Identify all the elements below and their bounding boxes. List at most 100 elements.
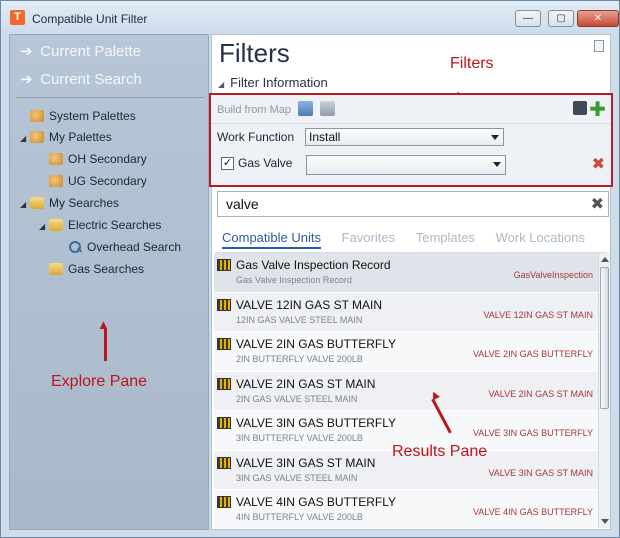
work-function-select[interactable]: Install — [305, 128, 504, 146]
tree-item-overhead-search[interactable]: Overhead Search — [58, 238, 181, 256]
result-code: VALVE 4IN GAS BUTTERFLY — [472, 507, 593, 517]
filter-box: Build from Map ✚ Work Function Install ✓… — [209, 93, 613, 187]
tree-expander[interactable]: ◢ — [20, 130, 30, 148]
compatible-unit-icon — [217, 377, 231, 390]
result-code: VALVE 3IN GAS ST MAIN — [488, 467, 593, 478]
list-item[interactable]: VALVE 2IN GAS BUTTERFLY 2IN BUTTERFLY VA… — [214, 332, 598, 372]
list-item[interactable]: VALVE 12IN GAS ST MAIN 12IN GAS VALVE ST… — [214, 292, 598, 332]
build-from-selection-icon[interactable] — [320, 101, 336, 116]
window-title: Compatible Unit Filter — [32, 12, 148, 26]
tree-item-label: UG Secondary — [68, 174, 147, 188]
minimize-button[interactable]: — — [515, 10, 541, 27]
tab-work-locations[interactable]: Work Locations — [496, 230, 585, 245]
tab-templates[interactable]: Templates — [416, 230, 475, 245]
remove-filter-icon[interactable]: ✖ — [592, 154, 605, 174]
folder-icon — [49, 219, 63, 231]
tree-item-gas-searches[interactable]: Gas Searches — [39, 260, 144, 278]
results-pane-annotation: Results Pane — [392, 443, 488, 460]
filter-information-label: Filter Information — [230, 75, 328, 90]
tree-item-label: System Palettes — [49, 109, 136, 123]
results-scrollbar[interactable] — [598, 253, 610, 528]
result-code: VALVE 12IN GAS ST MAIN — [483, 309, 593, 320]
build-from-map-label: Build from Map — [217, 104, 291, 116]
tree-item-label: Overhead Search — [87, 240, 182, 254]
result-title: VALVE 2IN GAS ST MAIN — [236, 376, 376, 391]
result-title: VALVE 3IN GAS BUTTERFLY — [236, 416, 397, 430]
work-function-label: Work Function — [217, 130, 295, 144]
tree-item-electric-searches[interactable]: ◢ Electric Searches — [39, 216, 161, 234]
nav-current-search[interactable]: ➔ Current Search — [20, 70, 142, 88]
list-item[interactable]: VALVE 2IN GAS ST MAIN 2IN GAS VALVE STEE… — [214, 371, 598, 411]
result-title: VALVE 3IN GAS ST MAIN — [236, 455, 376, 470]
folder-icon — [30, 197, 44, 209]
filter-information-header[interactable]: ◢ Filter Information — [218, 75, 328, 90]
result-subtitle: 3IN GAS VALVE STEEL MAIN — [236, 472, 358, 483]
nav-current-palette[interactable]: ➔ Current Palette — [20, 42, 141, 60]
results-list: Gas Valve Inspection Record Gas Valve In… — [214, 253, 598, 528]
tree-item-my-palettes[interactable]: ◢ My Palettes — [20, 128, 112, 146]
result-title: VALVE 2IN GAS BUTTERFLY — [236, 337, 397, 351]
palette-icon — [30, 110, 44, 122]
scroll-thumb[interactable] — [600, 267, 609, 409]
chevron-down-icon — [491, 135, 499, 140]
result-subtitle: 4IN BUTTERFLY VALVE 200LB — [236, 512, 363, 522]
tree-item-system-palettes[interactable]: System Palettes — [20, 107, 136, 125]
gas-valve-checkbox[interactable]: ✓ — [221, 157, 234, 170]
compatible-unit-filter-window: T Compatible Unit Filter — ▢ ✕ ➔ Current… — [0, 0, 620, 538]
result-code: GasValveInspection — [513, 270, 593, 280]
palette-icon — [30, 131, 44, 143]
close-button[interactable]: ✕ — [577, 10, 619, 27]
maximize-button[interactable]: ▢ — [548, 10, 574, 27]
result-subtitle: 2IN BUTTERFLY VALVE 200LB — [236, 354, 363, 364]
result-title: VALVE 4IN GAS BUTTERFLY — [236, 495, 397, 509]
explore-annotation-arrow — [104, 329, 107, 361]
result-code: VALVE 3IN GAS BUTTERFLY — [472, 428, 593, 438]
result-code: VALVE 2IN GAS BUTTERFLY — [472, 349, 593, 359]
tree-item-my-searches[interactable]: ◢ My Searches — [20, 194, 119, 212]
work-function-value: Install — [309, 130, 341, 144]
folder-icon — [49, 263, 63, 275]
add-filter-icon[interactable]: ✚ — [589, 97, 606, 122]
search-input-value: valve — [226, 196, 259, 212]
title-bar[interactable]: T Compatible Unit Filter — ▢ ✕ — [1, 1, 619, 34]
compatible-unit-icon — [217, 338, 231, 350]
tree-item-label: Electric Searches — [68, 218, 162, 232]
tree-item-ug-secondary[interactable]: UG Secondary — [39, 172, 147, 190]
tab-compatible-units[interactable]: Compatible Units — [222, 230, 321, 249]
chevron-down-icon — [493, 162, 501, 167]
result-title: VALVE 12IN GAS ST MAIN — [236, 297, 383, 312]
scroll-up-arrow[interactable] — [601, 257, 609, 262]
collapse-triangle-icon: ◢ — [218, 80, 225, 89]
tree-expander[interactable]: ◢ — [39, 218, 49, 236]
gas-valve-select[interactable] — [306, 155, 506, 175]
nav-current-search-label: Current Search — [40, 71, 142, 88]
result-tabs: Compatible Units Favorites Templates Wor… — [222, 230, 602, 252]
page-title: Filters — [219, 38, 290, 68]
nav-divider — [16, 97, 204, 98]
compatible-unit-icon — [217, 417, 231, 429]
result-subtitle: 12IN GAS VALVE STEEL MAIN — [236, 314, 363, 325]
compatible-unit-icon — [217, 456, 231, 469]
compatible-unit-icon — [217, 496, 231, 508]
nav-current-palette-label: Current Palette — [40, 43, 142, 60]
result-code: VALVE 2IN GAS ST MAIN — [488, 388, 593, 399]
tree-item-oh-secondary[interactable]: OH Secondary — [39, 150, 147, 168]
list-item[interactable]: VALVE 4IN GAS BUTTERFLY 4IN BUTTERFLY VA… — [214, 490, 598, 528]
explore-pane: ➔ Current Palette ➔ Current Search Syste… — [9, 34, 209, 530]
compatible-unit-icon — [217, 298, 231, 311]
tree-expander[interactable]: ◢ — [20, 196, 30, 214]
filters-panel: Filters ◢Filter Information Filters ▲ Bu… — [209, 34, 613, 530]
result-title: Gas Valve Inspection Record — [236, 258, 391, 272]
scroll-down-arrow[interactable] — [601, 519, 609, 524]
document-icon[interactable] — [594, 40, 604, 52]
explore-pane-annotation: Explore Pane — [51, 373, 148, 390]
search-input[interactable]: valve ✖ — [217, 191, 609, 217]
palette-icon — [49, 153, 63, 165]
build-from-map-icon[interactable] — [298, 101, 314, 116]
clear-search-icon[interactable]: ✖ — [591, 193, 604, 217]
tab-favorites[interactable]: Favorites — [342, 230, 395, 245]
list-item[interactable]: Gas Valve Inspection Record Gas Valve In… — [214, 253, 598, 293]
build-from-map[interactable]: Build from Map — [217, 101, 336, 116]
tree-item-label: Gas Searches — [68, 262, 145, 276]
save-icon[interactable] — [573, 101, 587, 115]
